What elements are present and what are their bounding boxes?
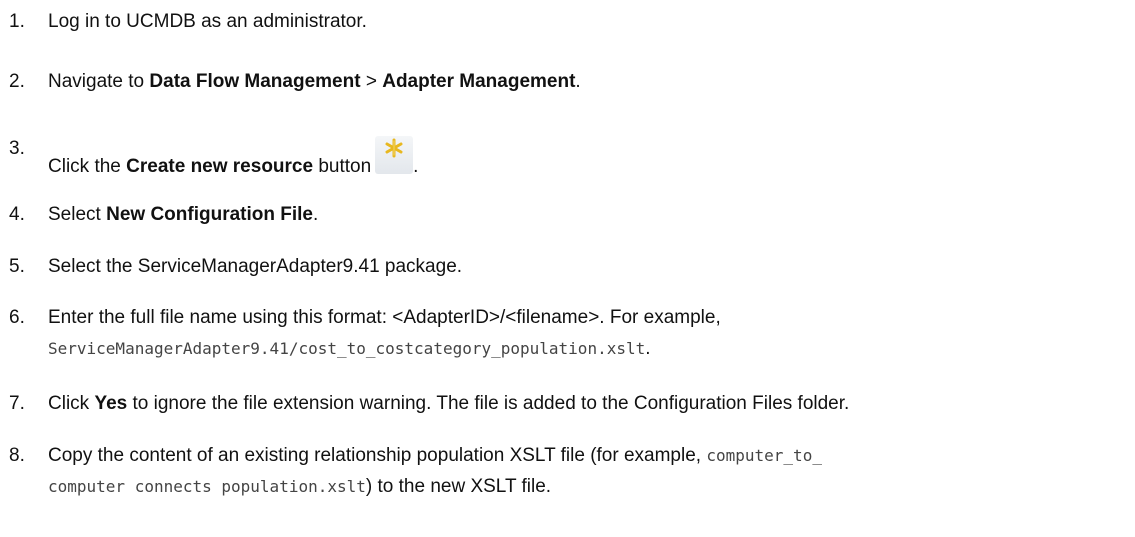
text-segment: > [360,71,383,92]
text-segment: Navigate to [48,71,150,92]
text-segment: Copy the content of an existing relation… [48,445,707,466]
step-number: 1. [9,11,25,32]
text-segment: . [575,71,581,92]
menu-path-adapter-management: Adapter Management [382,71,576,92]
text-segment: button [313,156,372,177]
step-text: Log in to UCMDB as an administrator. [48,11,367,32]
step-text: Navigate to Data Flow Management > Adapt… [48,69,581,95]
step-number: 7. [9,393,25,414]
step-number: 8. [9,445,25,466]
text-segment: to ignore the file extension warning. Th… [127,393,850,414]
step-number: 6. [9,307,25,328]
code-filename: ServiceManagerAdapter9.41/cost_to_costca… [48,339,646,358]
step-text: Select New Configuration File. [48,202,318,228]
step-number: 4. [9,204,25,225]
step-text: Select the ServiceManagerAdapter9.41 pac… [48,256,463,277]
create-new-resource-label: Create new resource [126,156,314,177]
code-filename: computer connects population.xslt [48,477,366,496]
step-text-continued: ServiceManagerAdapter9.41/cost_to_costca… [48,336,651,362]
code-filename: computer_to_ [706,446,822,465]
text-segment: ) to the new XSLT file. [365,476,552,497]
text-segment: . [413,156,419,177]
text-segment: . [645,338,651,359]
step-number: 2. [9,71,25,92]
menu-path-data-flow-management: Data Flow Management [149,71,361,92]
new-configuration-file-label: New Configuration File [106,204,313,225]
text-segment: . [312,204,319,225]
asterisk-icon [375,136,414,174]
text-segment: Click [48,393,95,414]
step-text: Click Yes to ignore the file extension w… [48,391,849,417]
step-number: 3. [9,138,25,159]
step-text: Enter the full file name using this form… [48,307,721,328]
text-segment: Click the [48,156,127,177]
text-segment: Select [48,204,107,225]
step-number: 5. [9,256,25,277]
step-text-continued: computer connects population.xslt) to th… [48,474,551,500]
step-text: Click the Create new resource button. [48,136,418,180]
step-text: Copy the content of an existing relation… [48,443,822,469]
yes-label: Yes [94,393,128,414]
